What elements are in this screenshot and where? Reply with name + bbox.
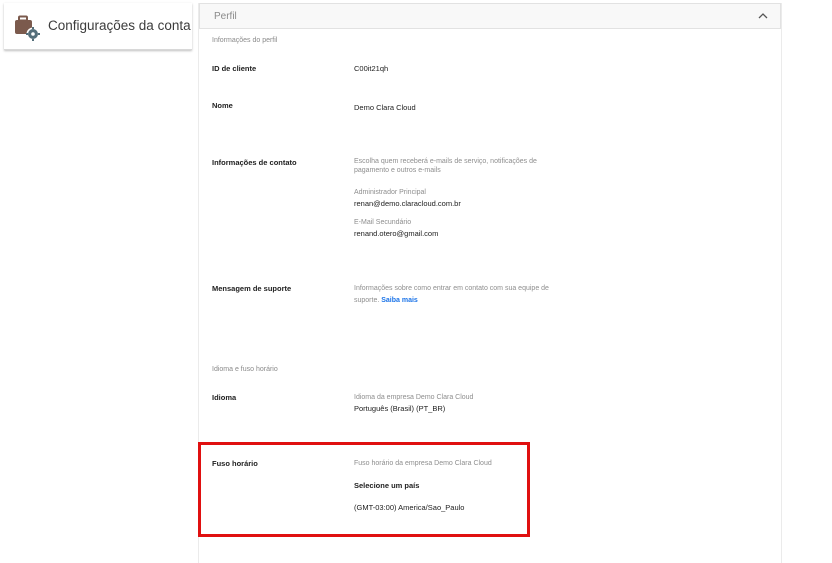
timezone-select[interactable]: (GMT-03:00) America/Sao_Paulo [354,502,464,513]
account-settings-card[interactable]: Configurações da conta [4,3,192,50]
timezone-label: Fuso horário [212,459,258,468]
language-label: Idioma [212,393,237,402]
language-value: Português (Brasil) (PT_BR) [354,404,446,413]
timezone-description: Fuso horário da empresa Demo Clara Cloud [354,460,492,467]
contact-info-label: Informações de contato [212,158,297,167]
support-description-line2: suporte. Saiba mais [354,295,418,306]
secondary-email-value: renand.otero@gmail.com [354,229,439,238]
profile-panel-title: Perfil [214,11,237,22]
primary-admin-label: Administrador Principal [354,189,426,196]
primary-admin-email: renan@demo.claracloud.com.br [354,199,461,208]
name-value: Demo Clara Cloud [354,103,416,112]
contact-info-description-line2: pagamento e outros e-mails [354,167,441,174]
briefcase-gear-icon [15,15,40,41]
profile-info-section-title: Informações do perfil [212,37,278,44]
secondary-email-label: E-Mail Secundário [354,219,412,226]
locale-section-title: Idioma e fuso horário [212,366,278,373]
learn-more-link[interactable]: Saiba mais [381,297,418,304]
support-description-line1: Informações sobre como entrar em contato… [354,285,549,292]
customer-id-value: C00it21qh [354,64,389,73]
account-settings-title: Configurações da conta [48,18,191,33]
country-select[interactable]: Selecione um país [354,480,419,491]
language-description: Idioma da empresa Demo Clara Cloud [354,394,474,401]
support-description-prefix: suporte. [354,297,380,304]
profile-panel-header[interactable]: Perfil [199,3,781,29]
support-message-label: Mensagem de suporte [212,284,292,293]
chevron-up-icon[interactable] [758,12,768,20]
profile-panel: Perfil Informações do perfil ID de clien… [198,3,782,563]
name-label: Nome [212,101,233,110]
customer-id-label: ID de cliente [212,64,257,73]
